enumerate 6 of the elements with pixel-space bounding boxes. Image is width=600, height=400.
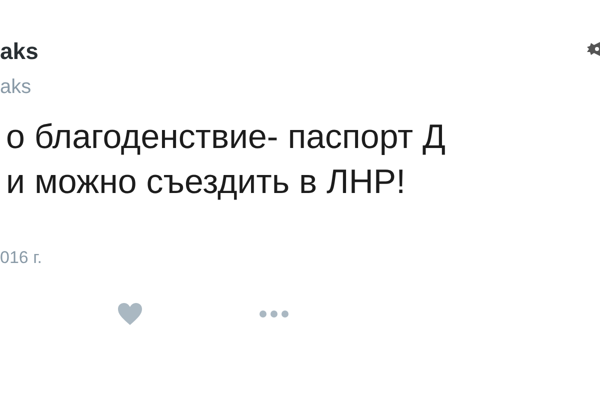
more-icon[interactable] xyxy=(259,310,289,318)
heart-icon[interactable] xyxy=(117,302,143,326)
tweet-date: 016 г. xyxy=(0,247,42,269)
tweet-text: и можно съездить в ЛНР! xyxy=(6,162,406,203)
author-name[interactable]: aks xyxy=(0,37,38,65)
tweet-text: о благоденствие- паспорт Д xyxy=(6,117,446,158)
